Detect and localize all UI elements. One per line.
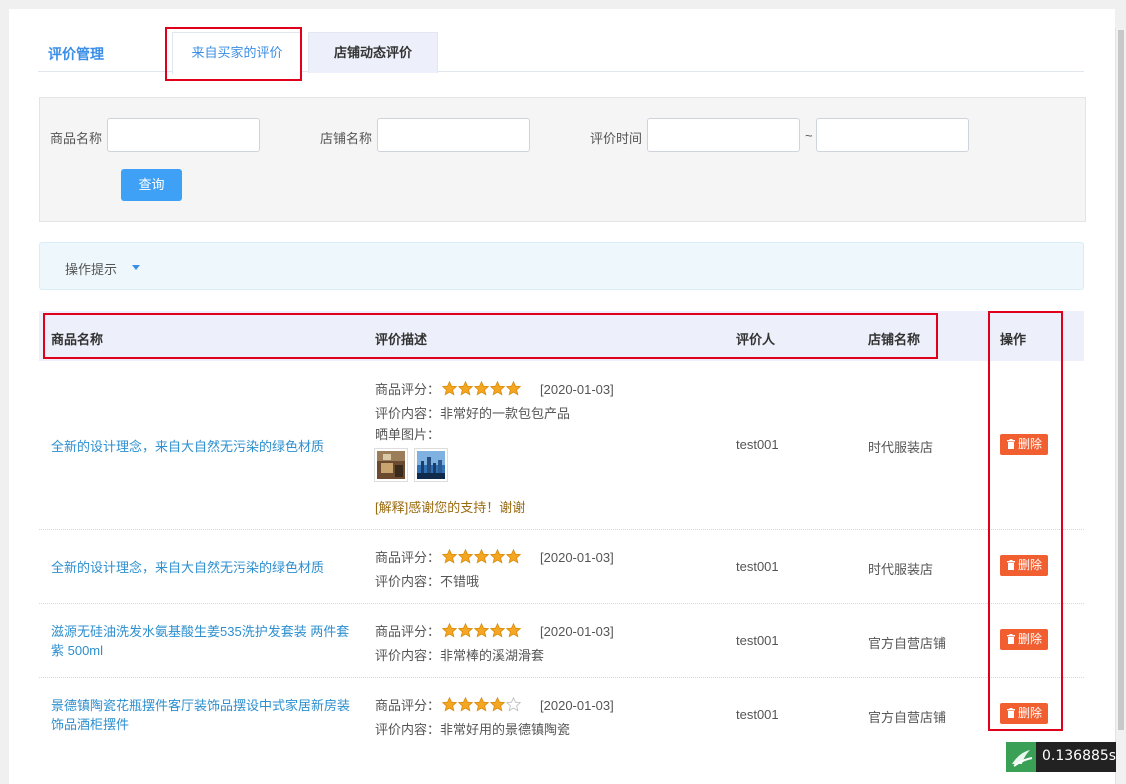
star-filled-icon: [505, 622, 522, 638]
reviewer: test001: [736, 437, 779, 452]
reviewer: test001: [736, 633, 779, 648]
review-content: 不错哦: [440, 574, 480, 589]
content-label: 评价内容：: [375, 722, 441, 737]
tab-store-reviews[interactable]: 店铺动态评价: [308, 32, 438, 73]
score-label: 商品评分：: [375, 624, 441, 639]
goods-link[interactable]: 全新的设计理念，来自大自然无污染的绿色材质: [51, 437, 324, 456]
room-photo-icon: [377, 451, 405, 479]
review-date: [2020-01-03]: [540, 624, 614, 639]
goods-name-line1: 滋源无硅油洗发水氨基酸生姜535洗护发套装 两件套: [51, 624, 350, 639]
table-row: 滋源无硅油洗发水氨基酸生姜535洗护发套装 两件套紫 500ml 商品评分： [2…: [39, 604, 1084, 678]
query-button[interactable]: 查询: [121, 169, 182, 201]
review-date: [2020-01-03]: [540, 382, 614, 397]
goods-link[interactable]: 滋源无硅油洗发水氨基酸生姜535洗护发套装 两件套紫 500ml: [51, 622, 349, 660]
goods-name-line2: 紫 500ml: [51, 643, 104, 658]
score-label: 商品评分：: [375, 698, 441, 713]
star-filled-icon: [457, 696, 474, 712]
star-filled-icon: [489, 548, 506, 564]
goods-name-line1: 景德镇陶瓷花瓶摆件客厅装饰品摆设中式家居新房装: [51, 698, 351, 713]
content-line: 评价内容：非常棒的溪湖滑套: [375, 645, 544, 664]
highlight-box-actions: [988, 311, 1063, 731]
star-filled-icon: [441, 380, 458, 396]
highlight-box-header: [43, 313, 938, 359]
rating-stars: [441, 548, 522, 567]
caret-down-icon: [132, 265, 140, 270]
scrollbar-thumb[interactable]: [1118, 30, 1124, 730]
star-filled-icon: [473, 548, 490, 564]
star-filled-icon: [473, 622, 490, 638]
logo-icon: [1006, 742, 1036, 772]
review-photo[interactable]: [414, 448, 448, 482]
table-row: 景德镇陶瓷花瓶摆件客厅装饰品摆设中式家居新房装 饰品酒柜摆件 商品评分： [2020…: [39, 678, 1084, 752]
star-filled-icon: [457, 622, 474, 638]
photos-label: 晒单图片：: [375, 427, 441, 442]
store-name: 官方自营店铺: [868, 710, 947, 725]
store-name-input[interactable]: [377, 118, 530, 152]
rating-stars: [441, 380, 522, 399]
store-name: 时代服装店: [868, 440, 934, 455]
review-content: 非常好用的景德镇陶瓷: [440, 722, 571, 737]
content-line: 评价内容：非常好的一款包包产品: [375, 403, 570, 422]
operation-tips[interactable]: 操作提示: [39, 242, 1084, 290]
star-filled-icon: [441, 548, 458, 564]
star-filled-icon: [489, 380, 506, 396]
goods-name-input[interactable]: [107, 118, 260, 152]
star-filled-icon: [473, 380, 490, 396]
review-photo[interactable]: [374, 448, 408, 482]
content-label: 评价内容：: [375, 574, 441, 589]
city-photo-icon: [417, 451, 445, 479]
star-filled-icon: [457, 380, 474, 396]
score-line: 商品评分： [2020-01-03]: [375, 547, 614, 567]
page-title: 评价管理: [48, 46, 104, 62]
star-filled-icon: [441, 696, 458, 712]
rating-stars: [441, 696, 522, 715]
goods-name-line2: 饰品酒柜摆件: [51, 717, 130, 732]
star-filled-icon: [457, 548, 474, 564]
reviewer: test001: [736, 559, 779, 574]
end-date-input[interactable]: [816, 118, 969, 152]
goods-name-label: 商品名称: [50, 131, 103, 146]
goods-link[interactable]: 全新的设计理念，来自大自然无污染的绿色材质: [51, 558, 324, 577]
review-date: [2020-01-03]: [540, 550, 614, 565]
star-filled-icon: [441, 622, 458, 638]
score-label: 商品评分：: [375, 550, 441, 565]
star-filled-icon: [505, 548, 522, 564]
score-line: 商品评分： [2020-01-03]: [375, 621, 614, 641]
vertical-scrollbar[interactable]: [1115, 28, 1126, 784]
score-line: 商品评分： [2020-01-03]: [375, 695, 614, 715]
star-empty-icon: [505, 696, 522, 712]
store-name-label: 店铺名称: [320, 131, 373, 146]
star-filled-icon: [473, 696, 490, 712]
date-separator: ~: [805, 128, 813, 143]
store-name: 官方自营店铺: [868, 636, 947, 651]
timer-value: 0.136885s: [1042, 748, 1117, 764]
star-filled-icon: [489, 622, 506, 638]
reviewer: test001: [736, 707, 779, 722]
timer-badge: 0.136885s: [1006, 742, 1116, 772]
review-content: 非常棒的溪湖滑套: [440, 648, 545, 663]
star-filled-icon: [505, 380, 522, 396]
review-date: [2020-01-03]: [540, 698, 614, 713]
content-line: 评价内容：非常好用的景德镇陶瓷: [375, 719, 570, 738]
start-date-input[interactable]: [647, 118, 800, 152]
content-label: 评价内容：: [375, 406, 441, 421]
table-row: 全新的设计理念，来自大自然无污染的绿色材质 商品评分： [2020-01-03] …: [39, 530, 1084, 604]
table-row: 全新的设计理念，来自大自然无污染的绿色材质 商品评分： [2020-01-03] …: [39, 361, 1084, 530]
tips-label: 操作提示: [65, 262, 118, 277]
content-label: 评价内容：: [375, 648, 441, 663]
review-time-label: 评价时间: [590, 131, 643, 146]
review-content: 非常好的一款包包产品: [440, 406, 571, 421]
store-name: 时代服装店: [868, 562, 934, 577]
content-line: 评价内容：不错哦: [375, 571, 479, 590]
score-line: 商品评分： [2020-01-03]: [375, 379, 614, 399]
rating-stars: [441, 622, 522, 641]
star-filled-icon: [489, 696, 506, 712]
score-label: 商品评分：: [375, 382, 441, 397]
goods-link[interactable]: 景德镇陶瓷花瓶摆件客厅装饰品摆设中式家居新房装 饰品酒柜摆件: [51, 696, 350, 734]
search-form: 商品名称 店铺名称 评价时间 ~ 查询: [39, 97, 1086, 222]
highlight-box-tab: [165, 27, 302, 81]
seller-reply: [解释]感谢您的支持！谢谢: [375, 500, 526, 515]
